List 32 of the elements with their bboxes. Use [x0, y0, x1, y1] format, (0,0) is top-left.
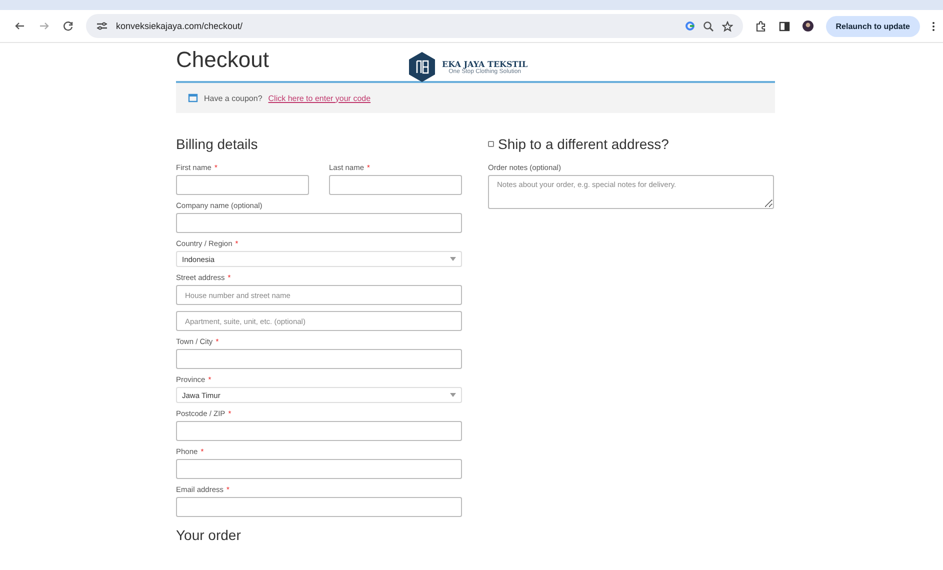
section-heading: Your order [176, 527, 242, 543]
back-icon[interactable] [14, 20, 26, 32]
input-field[interactable] [329, 175, 462, 195]
zoom-icon[interactable] [702, 20, 714, 32]
more-menu-icon[interactable] [932, 20, 935, 32]
input-field[interactable] [176, 421, 462, 441]
page-title: Checkout [176, 47, 269, 73]
section-heading: Billing details [176, 135, 259, 153]
input-field[interactable] [176, 175, 309, 195]
input-field[interactable] [176, 349, 462, 369]
checkbox[interactable] [488, 141, 494, 147]
input-field[interactable] [176, 459, 462, 479]
star-icon[interactable] [722, 20, 733, 32]
calendar-icon [188, 93, 198, 103]
forward-icon[interactable] [38, 20, 50, 32]
profile-avatar-icon[interactable] [802, 20, 814, 32]
address-bar[interactable]: konveksiekajaya.com/checkout/ [86, 14, 743, 38]
input-field[interactable] [176, 213, 462, 233]
google-icon[interactable] [684, 21, 695, 31]
reload-icon[interactable] [62, 20, 74, 32]
dropdown-caret-icon [450, 257, 456, 261]
puzzle-icon[interactable] [754, 20, 767, 32]
side-panel-icon[interactable] [778, 20, 790, 32]
section-heading: Ship to a different address? [498, 135, 669, 153]
input-field[interactable] [176, 497, 462, 517]
coupon-link[interactable]: Click here to enter your code [268, 94, 371, 102]
site-settings-icon[interactable] [96, 21, 108, 31]
dropdown-caret-icon [450, 393, 456, 397]
relaunch-button[interactable]: Relaunch to update [826, 16, 920, 36]
coupon-text: Have a coupon? [204, 94, 262, 102]
brand-name: EKA JAYA TEKSTIL [442, 59, 528, 69]
url-text: konveksiekajaya.com/checkout/ [116, 21, 243, 31]
